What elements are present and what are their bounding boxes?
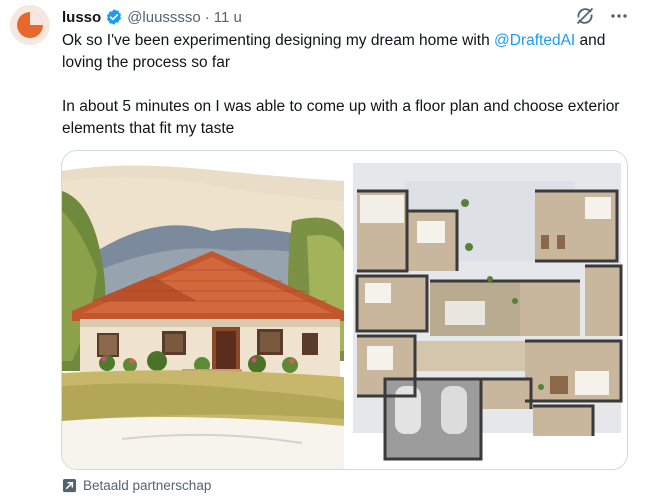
promoted-arrow-icon [62, 478, 77, 493]
verified-badge-icon [105, 8, 123, 26]
grok-icon[interactable] [575, 6, 595, 26]
media-container[interactable] [61, 150, 628, 470]
display-name[interactable]: lusso [62, 9, 101, 26]
avatar[interactable] [10, 5, 50, 45]
promoted-label[interactable]: Betaald partnerschap [62, 478, 211, 493]
tweet: lusso @luusssso · 11 u Ok so I've been e… [0, 0, 651, 494]
separator: · [204, 8, 210, 26]
avatar-logo-icon [10, 5, 50, 45]
house-illustration-image[interactable] [62, 151, 344, 469]
tweet-text-paragraph: In about 5 minutes on I was able to come… [62, 98, 620, 137]
tweet-text: Ok so I've been experimenting designing … [62, 30, 627, 140]
timestamp[interactable]: 11 u [214, 9, 242, 26]
mention-link[interactable]: @DraftedAI [494, 32, 575, 49]
promoted-text: Betaald partnerschap [83, 478, 212, 493]
handle[interactable]: @luusssso [127, 9, 201, 26]
more-icon[interactable] [609, 6, 629, 26]
tweet-header: lusso @luusssso · 11 u [62, 5, 242, 29]
tweet-text-part1: Ok so I've been experimenting designing … [62, 32, 495, 49]
floor-plan-image[interactable] [345, 151, 627, 469]
